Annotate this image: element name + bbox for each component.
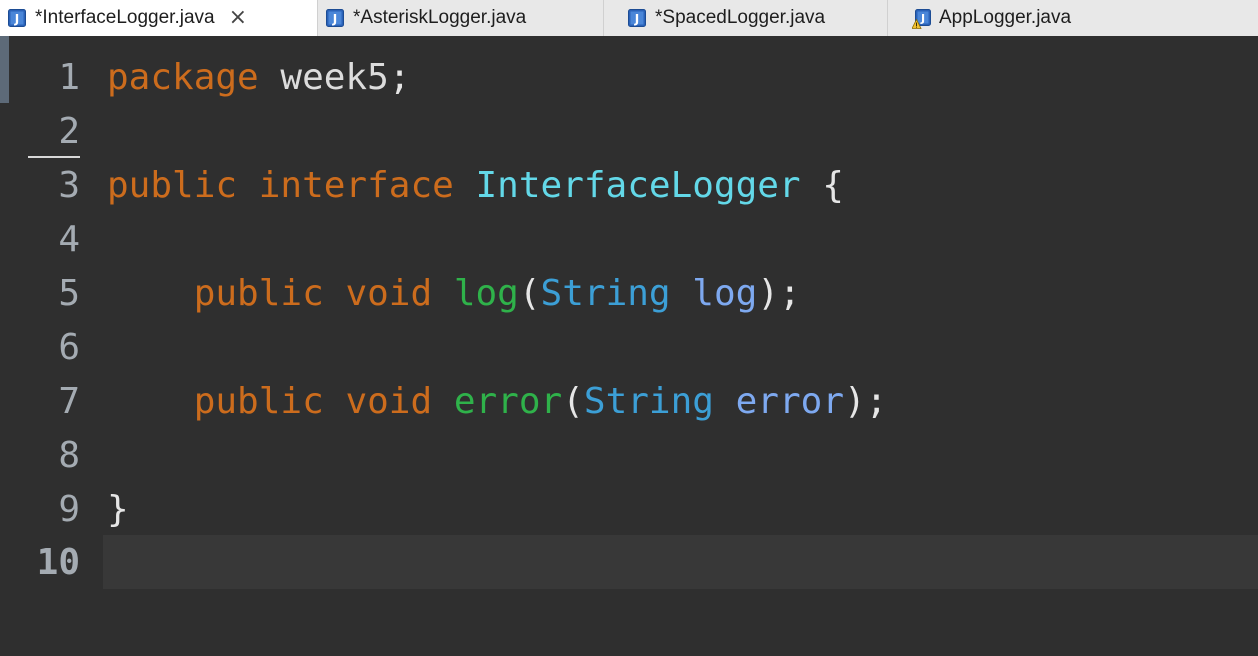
paren: ( (562, 380, 584, 422)
keyword: void (345, 272, 433, 314)
package-name: week5 (280, 56, 389, 98)
tab-label: *InterfaceLogger.java (35, 7, 215, 28)
type-name: String (583, 380, 714, 422)
code-line: 10 (0, 535, 1258, 589)
java-file-icon: J (8, 9, 26, 27)
semicolon: ; (388, 56, 411, 98)
paren: ); (757, 272, 801, 314)
tab-label: AppLogger.java (939, 7, 1072, 28)
brace: } (107, 488, 129, 530)
line-number: 2 (58, 110, 80, 152)
keyword: public (107, 164, 238, 206)
line-code: } (107, 489, 129, 530)
close-icon[interactable]: × (229, 7, 247, 29)
line-number: 5 (58, 272, 80, 314)
java-file-warning-icon: J (912, 9, 931, 29)
line-code: public void log(String log); (107, 273, 801, 314)
svg-text:J: J (14, 12, 19, 26)
keyword: interface (258, 164, 454, 206)
line-number: 3 (58, 164, 80, 206)
tab-spacedlogger[interactable]: J *SpacedLogger.java (604, 0, 888, 36)
code-line: 1 package week5; (0, 50, 1258, 104)
parameter-name: log (692, 272, 758, 314)
svg-text:J: J (332, 12, 337, 26)
editor-tab-bar: J *InterfaceLogger.java × J *AsteriskLog… (0, 0, 1258, 36)
code-editor[interactable]: 1 package week5; 2 3 public interface In… (0, 36, 1258, 656)
tab-interfacelogger[interactable]: J *InterfaceLogger.java × (0, 0, 318, 36)
line-number: 9 (58, 488, 80, 530)
eclipse-editor-window: J *InterfaceLogger.java × J *AsteriskLog… (0, 0, 1258, 656)
line-number: 6 (58, 326, 80, 368)
line-number: 4 (58, 218, 80, 260)
tab-label: *SpacedLogger.java (655, 7, 826, 28)
paren: ); (844, 380, 888, 422)
paren: ( (518, 272, 541, 314)
code-line: 3 public interface InterfaceLogger { (0, 158, 1258, 212)
brace: { (822, 164, 844, 206)
keyword: package (107, 56, 259, 98)
java-file-icon: J (326, 9, 344, 27)
line-code: public void error(String error); (107, 380, 888, 422)
parameter-name: error (735, 380, 844, 422)
type-name: String (540, 272, 671, 314)
line-number: 1 (58, 56, 80, 98)
code-line: 4 (0, 212, 1258, 266)
code-line: 9 } (0, 482, 1258, 536)
tab-asterisklogger[interactable]: J *AsteriskLogger.java (318, 0, 604, 36)
keyword: public (193, 380, 324, 422)
svg-text:J: J (920, 12, 925, 25)
code-line: 2 (0, 104, 1258, 158)
code-line: 8 (0, 428, 1258, 482)
line-code: public interface InterfaceLogger { (107, 165, 844, 206)
java-file-icon: J (628, 9, 646, 27)
tab-label: *AsteriskLogger.java (353, 7, 527, 28)
svg-text:J: J (634, 12, 639, 26)
method-name: error (453, 380, 563, 422)
keyword: public (193, 272, 324, 314)
line-code: package week5; (107, 57, 410, 98)
method-name: log (453, 272, 519, 314)
keyword: void (345, 380, 433, 422)
code-line: 6 (0, 320, 1258, 374)
line-number: 10 (36, 541, 80, 583)
class-name: InterfaceLogger (475, 164, 801, 206)
code-line: 5 public void log(String log); (0, 266, 1258, 320)
code-line: 7 public void error(String error); (0, 374, 1258, 428)
line-number: 8 (58, 434, 80, 476)
tab-applogger[interactable]: J AppLogger.java (888, 0, 1258, 36)
line-number: 7 (58, 380, 80, 422)
